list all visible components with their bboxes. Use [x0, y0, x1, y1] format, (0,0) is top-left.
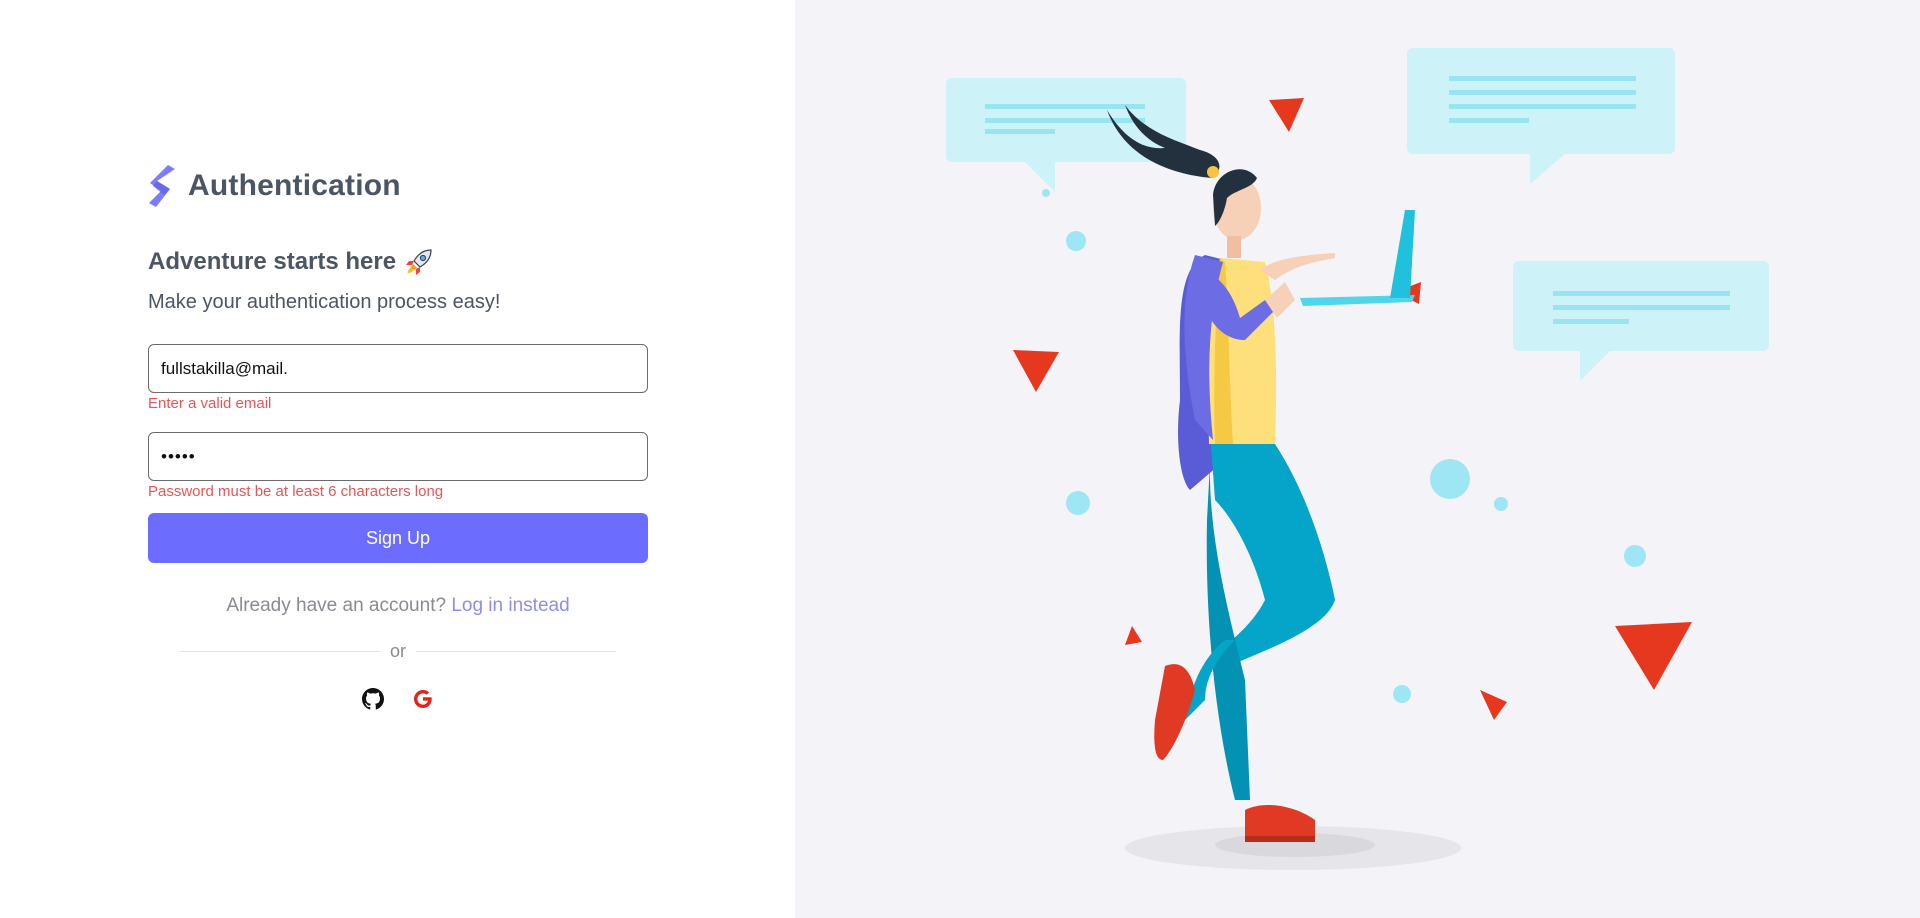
rocket-icon [406, 249, 432, 275]
brand: Authentication [148, 164, 648, 208]
github-icon [362, 688, 384, 710]
google-icon [414, 690, 432, 708]
login-link[interactable]: Log in instead [451, 595, 569, 616]
page-heading: Adventure starts here [148, 246, 648, 278]
login-prompt-text: Already have an account? [226, 595, 447, 616]
speech-bubble-icon [1407, 48, 1675, 184]
woman-with-laptop-illustration [946, 48, 1769, 870]
google-login-button[interactable] [411, 687, 435, 711]
illustration-pane [795, 0, 1920, 918]
speech-bubble-icon [1513, 261, 1769, 381]
auth-page: Authentication Adventure starts here Mak… [0, 0, 1920, 918]
password-error-message: Password must be at least 6 characters l… [148, 483, 444, 500]
decorative-triangles-icon [1013, 98, 1692, 720]
email-field[interactable] [148, 344, 648, 393]
brand-title: Authentication [188, 169, 401, 202]
heading-text: Adventure starts here [148, 248, 397, 275]
password-field[interactable] [148, 432, 648, 481]
brand-logo-icon [149, 165, 175, 207]
auth-form: Authentication Adventure starts here Mak… [148, 164, 648, 711]
divider-line-left [179, 650, 380, 652]
email-error-message: Enter a valid email [148, 395, 272, 412]
divider-line-right [416, 650, 616, 652]
login-prompt: Already have an account? Log in instead [148, 595, 648, 617]
auth-form-pane: Authentication Adventure starts here Mak… [0, 0, 795, 918]
divider: or [148, 641, 648, 661]
github-login-button[interactable] [361, 687, 385, 711]
divider-text: or [389, 640, 406, 661]
social-login [148, 687, 648, 711]
page-subheading: Make your authentication process easy! [148, 291, 501, 313]
sign-up-button[interactable]: Sign Up [148, 513, 648, 563]
